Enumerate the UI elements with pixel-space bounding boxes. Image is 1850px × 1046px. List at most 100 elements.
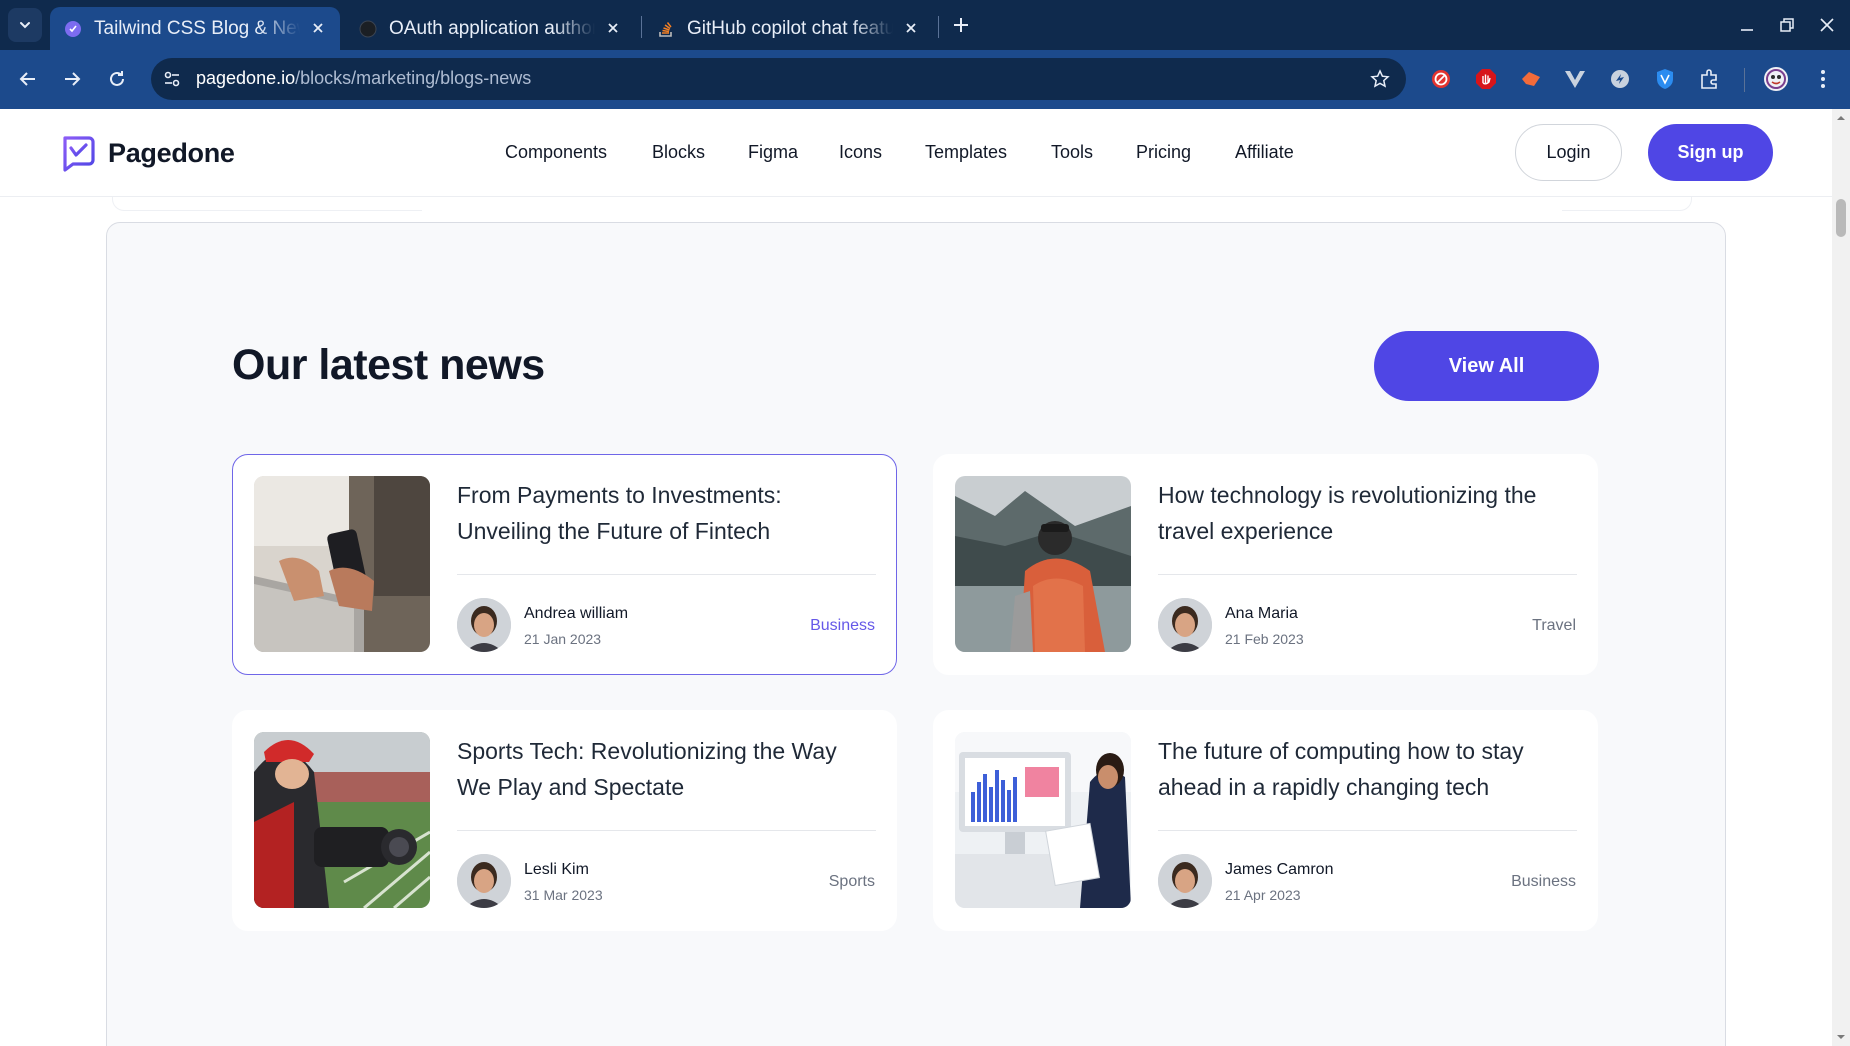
tab-title: Tailwind CSS Blog & News xyxy=(94,17,300,39)
address-bar[interactable]: pagedone.io/blocks/marketing/blogs-news xyxy=(151,58,1406,100)
card-title[interactable]: How technology is revolutionizing the tr… xyxy=(1158,477,1578,549)
news-card[interactable]: The future of computing how to stay ahea… xyxy=(933,710,1598,931)
profile-avatar-icon[interactable] xyxy=(1763,66,1789,92)
close-icon xyxy=(1820,18,1834,32)
nav-icons[interactable]: Icons xyxy=(839,142,882,163)
nav-affiliate[interactable]: Affiliate xyxy=(1235,142,1294,163)
tab-oauth[interactable]: OAuth application authorization xyxy=(345,7,635,50)
signup-button[interactable]: Sign up xyxy=(1648,124,1773,181)
author-name: Ana Maria xyxy=(1225,605,1298,622)
brand-logo[interactable]: Pagedone xyxy=(59,134,235,172)
category-tag[interactable]: Business xyxy=(810,617,875,635)
arrow-left-icon xyxy=(19,72,35,86)
nav-components[interactable]: Components xyxy=(505,142,607,163)
extensions-puzzle-icon[interactable] xyxy=(1697,66,1723,92)
phone-laptop-photo xyxy=(254,476,430,652)
restore-window-button[interactable] xyxy=(1776,14,1798,36)
nav-templates[interactable]: Templates xyxy=(925,142,1007,163)
tab-search-button[interactable] xyxy=(8,8,42,42)
arrow-right-icon xyxy=(65,72,81,86)
author-name: Lesli Kim xyxy=(524,861,589,878)
post-date: 21 Apr 2023 xyxy=(1225,887,1301,903)
author-avatar xyxy=(1158,854,1212,908)
author-avatar xyxy=(1158,598,1212,652)
news-card[interactable]: How technology is revolutionizing the tr… xyxy=(933,454,1598,675)
card-divider xyxy=(1158,830,1577,831)
close-tab-icon[interactable] xyxy=(901,18,921,38)
card-title[interactable]: From Payments to Investments: Unveiling … xyxy=(457,477,877,549)
author-avatar xyxy=(457,598,511,652)
site-info-icon[interactable] xyxy=(161,68,183,90)
plus-icon xyxy=(954,18,968,32)
card-title[interactable]: Sports Tech: Revolutionizing the Way We … xyxy=(457,733,877,805)
new-tab-button[interactable] xyxy=(948,12,974,38)
post-date: 21 Jan 2023 xyxy=(524,631,602,647)
hiker-lake-photo xyxy=(955,476,1131,652)
card-divider xyxy=(1158,574,1577,575)
brand-name: Pagedone xyxy=(108,137,235,168)
news-card[interactable]: Sports Tech: Revolutionizing the Way We … xyxy=(232,710,897,931)
close-tab-icon[interactable] xyxy=(603,18,623,38)
vue-devtools-extension-icon[interactable] xyxy=(1562,66,1588,92)
category-tag[interactable]: Business xyxy=(1511,873,1576,891)
tab-tailwind-blog[interactable]: Tailwind CSS Blog & News xyxy=(50,7,340,50)
tab-title: GitHub copilot chat features xyxy=(687,17,893,39)
adblock-extension-icon[interactable] xyxy=(1473,66,1499,92)
url-text[interactable]: pagedone.io/blocks/marketing/blogs-news xyxy=(196,68,531,89)
nav-tools[interactable]: Tools xyxy=(1051,142,1093,163)
post-date: 31 Mar 2023 xyxy=(524,887,603,903)
close-tab-icon[interactable] xyxy=(308,18,328,38)
tab-separator xyxy=(938,16,939,38)
browser-tab-bar: Tailwind CSS Blog & News OAuth applicati… xyxy=(0,0,1850,50)
category-tag[interactable]: Sports xyxy=(829,873,875,891)
back-button[interactable] xyxy=(13,64,43,94)
pagedone-logo-icon xyxy=(63,136,95,172)
category-tag[interactable]: Travel xyxy=(1532,617,1576,635)
bookmark-star-icon[interactable] xyxy=(1368,67,1392,91)
forward-button[interactable] xyxy=(57,64,87,94)
page-viewport: Pagedone Components Blocks Figma Icons T… xyxy=(0,109,1850,1046)
blocker-extension-icon[interactable] xyxy=(1428,66,1454,92)
nav-figma[interactable]: Figma xyxy=(748,142,798,163)
toolbar-separator xyxy=(1744,68,1745,92)
reload-button[interactable] xyxy=(102,64,132,94)
pagedone-favicon-icon xyxy=(64,20,82,38)
reload-icon xyxy=(110,71,124,86)
analyst-monitor-photo xyxy=(955,732,1131,908)
tab-title: OAuth application authorization xyxy=(389,17,595,39)
scroll-thumb[interactable] xyxy=(1836,199,1846,237)
news-card[interactable]: From Payments to Investments: Unveiling … xyxy=(232,454,897,675)
previous-section-edge xyxy=(1562,197,1692,211)
scroll-down-arrow-icon[interactable] xyxy=(1836,1032,1846,1042)
view-all-button[interactable]: View All xyxy=(1374,331,1599,401)
close-window-button[interactable] xyxy=(1816,14,1838,36)
page-scrollbar[interactable] xyxy=(1832,109,1850,1046)
tab-separator xyxy=(641,16,642,38)
fox-extension-icon[interactable] xyxy=(1518,66,1544,92)
previous-section-edge xyxy=(112,197,422,211)
camera-operator-stadium-photo xyxy=(254,732,430,908)
news-heading: Our latest news xyxy=(232,341,545,389)
author-avatar xyxy=(457,854,511,908)
card-divider xyxy=(457,830,876,831)
nav-pricing[interactable]: Pricing xyxy=(1136,142,1191,163)
url-host: pagedone.io xyxy=(196,68,296,88)
card-divider xyxy=(457,574,876,575)
author-name: Andrea william xyxy=(524,605,629,622)
author-name: James Camron xyxy=(1225,861,1334,878)
tab-copilot[interactable]: GitHub copilot chat features xyxy=(643,7,933,50)
sync-extension-icon[interactable] xyxy=(1607,66,1633,92)
shield-extension-icon[interactable] xyxy=(1652,66,1678,92)
restore-icon xyxy=(1780,18,1794,32)
scroll-up-arrow-icon[interactable] xyxy=(1836,113,1846,123)
github-favicon-icon xyxy=(359,20,377,38)
url-path: /blocks/marketing/blogs-news xyxy=(295,68,532,88)
card-title[interactable]: The future of computing how to stay ahea… xyxy=(1158,733,1578,805)
nav-blocks[interactable]: Blocks xyxy=(652,142,705,163)
browser-menu-icon[interactable] xyxy=(1810,66,1836,92)
stackoverflow-favicon-icon xyxy=(657,20,675,38)
post-date: 21 Feb 2023 xyxy=(1225,631,1304,647)
minimize-window-button[interactable] xyxy=(1736,14,1758,36)
browser-toolbar: pagedone.io/blocks/marketing/blogs-news xyxy=(0,50,1850,109)
login-button[interactable]: Login xyxy=(1515,124,1622,181)
